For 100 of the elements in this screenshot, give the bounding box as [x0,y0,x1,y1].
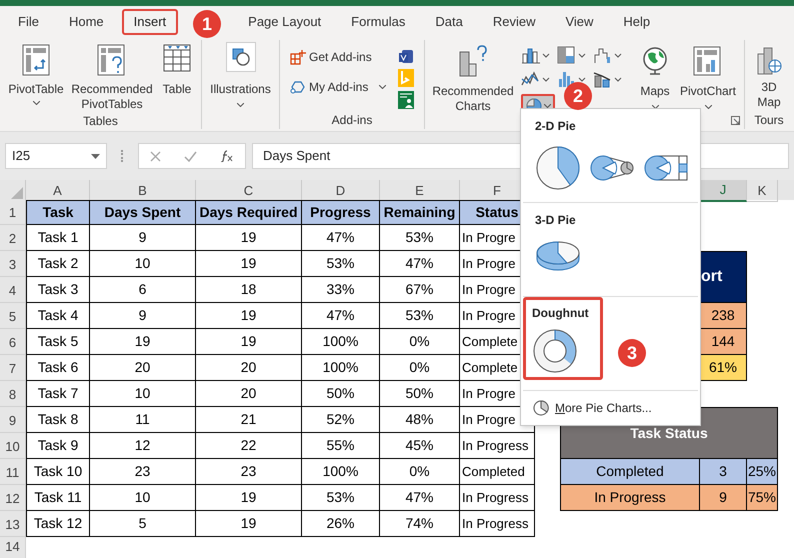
table-cell: 25% [747,459,778,485]
table-cell: Task 9 [26,433,90,459]
table-cell: 19 [196,329,302,355]
get-add-ins-button[interactable]: Get Add-ins [290,48,392,66]
combo-chart-icon[interactable] [593,70,623,88]
table-cell: 3 [700,459,747,485]
row-header[interactable]: 11 [0,459,26,485]
table-cell: Task 12 [26,511,90,537]
table-cell: Completed [460,459,535,485]
table-cell: Task 2 [26,251,90,277]
row-header[interactable]: 13 [0,511,26,537]
table-cell: 21 [196,407,302,433]
table-cell: Task 5 [26,329,90,355]
line-chart-icon[interactable] [521,70,551,88]
table-button[interactable]: Table [156,44,198,97]
doughnut-chart-icon[interactable] [532,328,578,374]
table-cell: 23 [90,459,196,485]
ribbon-tab[interactable]: Help [611,9,662,35]
row-header[interactable]: 9 [0,407,26,433]
table-cell: 10 [90,381,196,407]
check-icon[interactable] [184,150,197,162]
table-cell: 9 [700,485,747,511]
column-chart-icon[interactable] [521,46,551,64]
table-cell: 47% [380,251,460,277]
recommended-pivot-tables-button[interactable]: Recommended PivotTables [70,44,154,112]
table-cell: Task 8 [26,407,90,433]
table-cell: 22 [196,433,302,459]
bar-chart-question-icon [457,44,489,78]
table-cell: Task 10 [26,459,90,485]
treemap-chart-icon[interactable] [557,46,587,64]
ribbon-tab[interactable]: File [6,9,51,35]
people-graph-icon[interactable] [398,91,414,109]
table-cell: 19 [196,225,302,251]
ribbon-tab[interactable]: Review [480,9,548,35]
ribbon-tab[interactable]: View [553,9,606,35]
section-heading: 2-D Pie [535,118,577,135]
table-cell: 48% [380,407,460,433]
my-add-ins-button[interactable]: My Add-ins [290,78,392,96]
row-header[interactable]: 1 [0,200,26,225]
ribbon-tab[interactable]: Formulas [339,9,418,35]
row-header[interactable]: 8 [0,381,26,407]
illustrations-button[interactable]: Illustrations [202,40,279,107]
row-header[interactable]: 14 [0,537,26,558]
table-cell: 20 [196,381,302,407]
ribbon-tab[interactable]: Page Layout [236,9,334,35]
recommended-charts-button[interactable]: Recommended Charts [425,40,521,114]
ribbon-tab[interactable]: Home [56,9,116,35]
table-cell: In Progress [460,433,535,459]
pivot-chart-icon [693,46,723,76]
group-label: Tours [754,113,784,127]
table-cell: 10 [90,485,196,511]
ribbon-tab[interactable]: Insert [122,9,178,35]
pie-chart-icon[interactable] [535,145,581,191]
dialog-launcher-icon[interactable] [731,116,740,125]
table-cell: 50% [380,381,460,407]
table-cell: 55% [302,433,380,459]
bar-of-pie-chart-icon[interactable] [643,154,689,182]
column-header[interactable]: J [700,180,747,202]
3d-map-button[interactable]: 3D Map [745,40,793,111]
name-box[interactable]: I25 [5,143,107,169]
row-header[interactable]: 10 [0,433,26,459]
table-cell: 53% [302,485,380,511]
table-cell: 53% [380,225,460,251]
table-cell: 5 [90,511,196,537]
visio-icon[interactable] [398,49,414,65]
table-cell: 67% [380,277,460,303]
function-icon[interactable] [220,150,234,162]
row-header[interactable]: 2 [0,225,26,251]
table-cell: 20 [90,355,196,381]
row-header[interactable]: 4 [0,277,26,303]
table-cell: 33% [302,277,380,303]
pie-of-pie-chart-icon[interactable] [589,154,635,182]
drag-handle-icon[interactable] [121,150,124,162]
column-header[interactable]: K [747,180,778,202]
table-cell: 53% [302,251,380,277]
ribbon-tab[interactable]: Data [423,9,475,35]
table-cell: 0% [380,329,460,355]
group-label: Add-ins [332,113,372,127]
row-header[interactable]: 3 [0,251,26,277]
row-header[interactable]: 7 [0,355,26,381]
table-cell: 75% [747,485,778,511]
waterfall-chart-icon[interactable] [593,46,623,64]
table-cell: 50% [302,381,380,407]
3d-pie-chart-icon[interactable] [535,239,581,273]
caret-icon [32,101,40,105]
group-label: Tables [83,114,118,128]
pivot-table-button[interactable]: PivotTable [4,44,68,105]
table-cell: Task 4 [26,303,90,329]
table-cell: In Progress [460,485,535,511]
table-cell: 100% [302,355,380,381]
pivot-table-question-icon [97,44,127,76]
row-header[interactable]: 12 [0,485,26,511]
pivot-chart-button[interactable]: PivotChart [677,40,739,109]
table-cell: 19 [90,329,196,355]
table-cell: In Progress [460,511,535,537]
row-header[interactable]: 5 [0,303,26,329]
column-heading: Task [26,200,90,225]
caret-icon [237,103,244,107]
row-header[interactable]: 6 [0,329,26,355]
table-cell: 18 [196,277,302,303]
